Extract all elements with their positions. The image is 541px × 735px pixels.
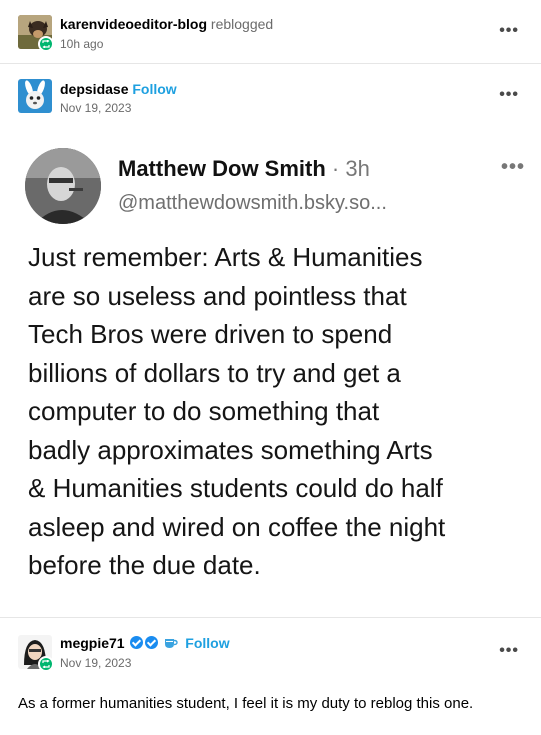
reblog-menu-button[interactable]: ••• — [499, 22, 519, 40]
quoted-text-line: are so useless and pointless that — [28, 280, 407, 311]
source-username[interactable]: depsidase — [60, 81, 128, 97]
teacup-badge-icon — [164, 636, 179, 648]
reblog-icon — [38, 656, 54, 672]
reply-follow-button[interactable]: Follow — [185, 635, 229, 651]
quoted-author-name: Matthew Dow Smith — [118, 156, 326, 181]
source-post-header: depsidase Follow Nov 19, 2023 ••• — [0, 64, 541, 124]
verified-badge-icon — [130, 636, 144, 649]
source-follow-button[interactable]: Follow — [132, 81, 176, 97]
quoted-author-row: Matthew Dow Smith · 3h — [118, 156, 370, 182]
source-avatar[interactable] — [18, 79, 52, 113]
quoted-text-line: asleep and wired on coffee the night — [28, 511, 446, 542]
quoted-author-handle: @matthewdowsmith.bsky.so... — [118, 192, 387, 214]
quoted-post-text: Just remember: Arts & Humanities are so … — [28, 238, 518, 585]
quoted-text-line: Tech Bros were driven to spend — [28, 319, 393, 349]
reblog-time[interactable]: 10h ago — [60, 37, 103, 51]
source-date[interactable]: Nov 19, 2023 — [60, 101, 131, 115]
quoted-text-line: computer to do something that — [28, 396, 380, 426]
quoted-time: · 3h — [331, 156, 370, 181]
reblogged-label: reblogged — [210, 16, 274, 32]
verified-badge-icon — [145, 636, 159, 649]
reply-username-row: megpie71 Follow — [60, 635, 230, 651]
reblogger-username[interactable]: karenvideoeditor-blog — [60, 16, 207, 32]
quoted-post-image[interactable]: Matthew Dow Smith · 3h @matthewdowsmith.… — [0, 126, 541, 610]
source-username-row: depsidase Follow — [60, 81, 177, 97]
reply-text: As a former humanities student, I feel i… — [18, 695, 474, 712]
quoted-text-line: before the due date. — [28, 550, 261, 580]
reply-post-header: megpie71 Follow Nov 19, 2023 ••• — [0, 618, 541, 678]
source-menu-button[interactable]: ••• — [499, 86, 519, 104]
quoted-author-avatar — [25, 148, 101, 224]
reblog-header: karenvideoeditor-blog reblogged 10h ago … — [0, 0, 541, 62]
quoted-text-line: Just remember: Arts & Humanities — [28, 242, 423, 272]
person-photo-icon — [25, 148, 101, 224]
reply-date[interactable]: Nov 19, 2023 — [60, 656, 131, 670]
reply-username[interactable]: megpie71 — [60, 635, 125, 651]
quoted-menu-icon: ••• — [500, 156, 525, 178]
bunny-avatar-icon — [18, 79, 52, 113]
quoted-text-line: & Humanities students could do half — [28, 473, 443, 503]
reply-menu-button[interactable]: ••• — [499, 642, 519, 660]
quoted-text-line: badly approximates something Arts — [28, 434, 433, 465]
quoted-text-line: billions of dollars to try and get a — [28, 357, 401, 388]
reblog-icon — [38, 36, 54, 52]
reblogger-username-row: karenvideoeditor-blog reblogged — [60, 16, 273, 32]
